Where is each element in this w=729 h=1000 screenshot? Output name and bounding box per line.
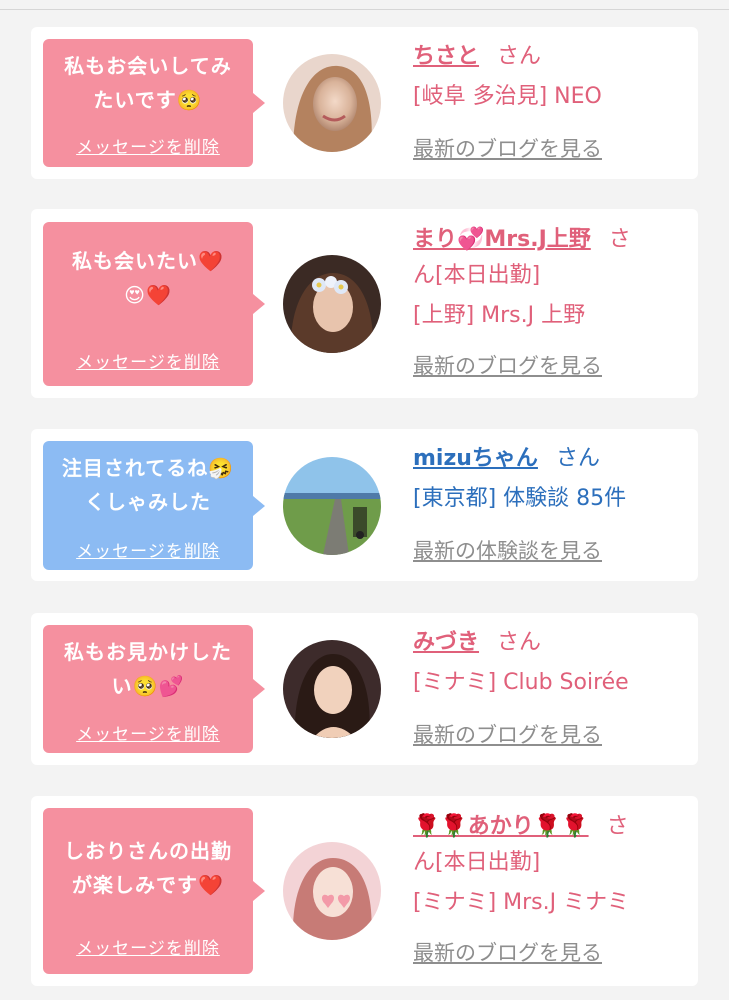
- delete-message-link[interactable]: メッセージを削除: [43, 537, 253, 562]
- message-bubble: 私もお会いしてみ たいです🥺 メッセージを削除: [43, 39, 265, 167]
- message-text: 私もお会いしてみ たいです🥺: [64, 54, 232, 112]
- name-line: みづき さん: [413, 625, 668, 661]
- profile-name-link[interactable]: 🌹🌹あかり🌹🌹: [413, 814, 589, 839]
- status-text: ん[本日出勤]: [413, 263, 541, 288]
- honorific: さ: [606, 814, 629, 839]
- message-bubble: しおりさんの出勤 が楽しみです❤️ メッセージを削除: [43, 808, 265, 974]
- honorific: さん: [497, 630, 542, 655]
- message-text: しおりさんの出勤 が楽しみです❤️: [64, 839, 232, 897]
- top-divider: [0, 9, 729, 10]
- woman-portrait-avatar[interactable]: [283, 54, 381, 152]
- delete-message-link[interactable]: メッセージを削除: [43, 133, 253, 158]
- honorific: さ: [608, 227, 631, 252]
- profile-name-link[interactable]: まり💞Mrs.J上野: [413, 227, 591, 252]
- profile-info: まり💞Mrs.J上野さ ん[本日出勤] [上野] Mrs.J 上野 最新のブログ…: [413, 222, 668, 380]
- message-text: 注目されてるね🤧 くしゃみした: [61, 456, 235, 514]
- latest-review-link[interactable]: 最新の体験談を見る: [413, 539, 602, 563]
- name-line: まり💞Mrs.J上野さ: [413, 222, 668, 258]
- message-card: 私もお見かけした い🥺💕 メッセージを削除 みづき さん [ミナミ] Club S…: [31, 613, 698, 765]
- name-line: 🌹🌹あかり🌹🌹 さ: [413, 809, 668, 845]
- shop-info: [岐阜 多治見] NEO: [413, 84, 602, 109]
- message-card: 私もお会いしてみ たいです🥺 メッセージを削除 ちさと さん [岐阜 多治見] N…: [31, 27, 698, 179]
- profile-info: 🌹🌹あかり🌹🌹 さ ん[本日出勤] [ミナミ] Mrs.J ミナミ 最新のブログを…: [413, 809, 668, 967]
- profile-name-link[interactable]: mizuちゃん: [413, 446, 538, 471]
- message-card: しおりさんの出勤 が楽しみです❤️ メッセージを削除 🌹🌹あかり🌹🌹 さ ん[本日…: [31, 796, 698, 986]
- latest-blog-link[interactable]: 最新のブログを見る: [413, 941, 602, 965]
- profile-info: みづき さん [ミナミ] Club Soirée 最新のブログを見る: [413, 625, 668, 749]
- message-text: 私も会いたい❤️ 😍❤️: [72, 249, 224, 307]
- delete-message-link[interactable]: メッセージを削除: [43, 934, 253, 959]
- shop-info: [上野] Mrs.J 上野: [413, 303, 586, 328]
- honorific: さん: [555, 446, 600, 471]
- honorific: さん: [497, 44, 542, 69]
- delete-message-link[interactable]: メッセージを削除: [43, 348, 253, 373]
- name-line: mizuちゃん さん: [413, 441, 668, 477]
- latest-blog-link[interactable]: 最新のブログを見る: [413, 354, 602, 378]
- road-landscape-avatar[interactable]: [283, 457, 381, 555]
- latest-blog-link[interactable]: 最新のブログを見る: [413, 137, 602, 161]
- message-bubble: 私も会いたい❤️ 😍❤️ メッセージを削除: [43, 222, 265, 386]
- woman-dark-avatar[interactable]: [283, 640, 381, 738]
- shop-info: [ミナミ] Club Soirée: [413, 670, 629, 695]
- profile-name-link[interactable]: みづき: [413, 630, 479, 655]
- message-bubble: 注目されてるね🤧 くしゃみした メッセージを削除: [43, 441, 265, 570]
- woman-flowers-avatar[interactable]: [283, 255, 381, 353]
- status-text: ん[本日出勤]: [413, 850, 541, 875]
- message-text: 私もお見かけした い🥺💕: [64, 640, 232, 698]
- name-line: ちさと さん: [413, 39, 668, 75]
- profile-info: ちさと さん [岐阜 多治見] NEO 最新のブログを見る: [413, 39, 668, 163]
- delete-message-link[interactable]: メッセージを削除: [43, 720, 253, 745]
- region-info: [東京都] 体験談 85件: [413, 486, 627, 511]
- message-card: 注目されてるね🤧 くしゃみした メッセージを削除 mizuちゃん さん [東京都]…: [31, 429, 698, 581]
- message-card: 私も会いたい❤️ 😍❤️ メッセージを削除 まり💞Mrs.J上野さ ん[本日出勤…: [31, 209, 698, 398]
- message-bubble: 私もお見かけした い🥺💕 メッセージを削除: [43, 625, 265, 753]
- latest-blog-link[interactable]: 最新のブログを見る: [413, 723, 602, 747]
- profile-name-link[interactable]: ちさと: [413, 44, 479, 69]
- shop-info: [ミナミ] Mrs.J ミナミ: [413, 890, 630, 915]
- profile-info: mizuちゃん さん [東京都] 体験談 85件 最新の体験談を見る: [413, 441, 668, 565]
- woman-hearts-avatar[interactable]: [283, 842, 381, 940]
